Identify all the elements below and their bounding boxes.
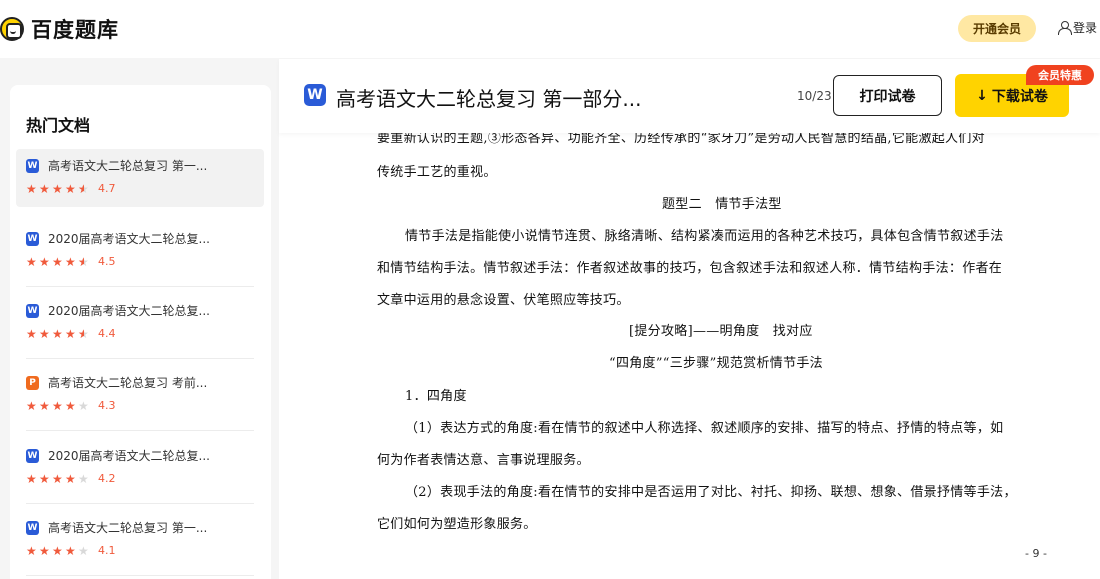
ppt-file-icon: P: [26, 376, 39, 390]
divider: [26, 286, 254, 287]
divider: [26, 430, 254, 431]
rating-value: 4.4: [98, 327, 116, 340]
star-icon: ★: [65, 254, 76, 269]
star-icon: ★: [52, 254, 63, 269]
star-icon: ★: [52, 398, 63, 413]
half-star-icon: ★: [78, 183, 90, 195]
rating-value: 4.5: [98, 255, 116, 268]
star-icon: ★: [65, 398, 76, 413]
star-icon: ★: [39, 181, 50, 196]
sidebar-doc-item[interactable]: W 高考语文大二轮总复习 第一... ★★★★★ 4.7: [16, 149, 264, 207]
star-icon: ★: [26, 254, 37, 269]
rating-value: 4.2: [98, 472, 116, 485]
login-label: 登录: [1073, 21, 1098, 35]
login-button[interactable]: 登录: [1058, 19, 1097, 36]
doc-title: 高考语文大二轮总复习 第一...: [48, 159, 208, 173]
star-rating: ★ ★ ★ ★ ★ 4.2: [26, 472, 116, 485]
doc-title: 2020届高考语文大二轮总复...: [48, 232, 210, 246]
doc-text-line: 文章中运用的悬念设置、伏笔照应等技巧。: [377, 293, 630, 308]
star-rating: ★★★★★ 4.5: [26, 255, 116, 268]
star-icon: ★: [26, 181, 37, 196]
doc-text-line: 何为作者表情达意、言事说理服务。: [377, 453, 590, 468]
divider: [26, 358, 254, 359]
word-file-icon: W: [26, 449, 39, 463]
star-icon: ★: [39, 398, 50, 413]
word-file-icon: W: [26, 521, 39, 535]
doc-title: 高考语文大二轮总复习 考前...: [48, 376, 208, 390]
doc-text-line: 情节手法是指能使小说情节连贯、脉络清晰、结构紧凑而运用的各种艺术技巧，具体包含情…: [405, 229, 1004, 244]
vip-discount-badge: 会员特惠: [1026, 65, 1094, 85]
sidebar-doc-item[interactable]: W 2020届高考语文大二轮总复... ★ ★ ★ ★ ★ 4.2: [16, 439, 264, 504]
star-icon: ★: [26, 543, 37, 558]
document-page: 要重新认识的主题,③形态各异、功能齐全、历经传承的“家牙刀”是劳动人民智慧的结晶…: [279, 133, 1100, 579]
star-icon: ★: [39, 326, 50, 341]
star-icon: ★: [65, 181, 76, 196]
divider: [26, 575, 254, 576]
empty-star-icon: ★: [78, 398, 89, 413]
doc-title: 高考语文大二轮总复习 第一...: [48, 521, 208, 535]
word-doc-icon: W: [304, 84, 326, 106]
sidebar-doc-item[interactable]: W 2020届高考语文大二轮总复... ★★★★★ 4.5: [16, 222, 264, 287]
star-icon: ★: [39, 543, 50, 558]
word-file-icon: W: [26, 232, 39, 246]
rating-value: 4.7: [98, 182, 116, 195]
page-number: - 9 -: [1025, 547, 1047, 560]
divider: [26, 503, 254, 504]
star-rating: ★ ★ ★ ★ ★ 4.3: [26, 399, 116, 412]
doc-title: 2020届高考语文大二轮总复...: [48, 304, 210, 318]
half-star-icon: ★: [78, 328, 90, 340]
sidebar-doc-item[interactable]: W 2020届高考语文大二轮总复... ★★★★★ 4.4: [16, 294, 264, 359]
sidebar-title: 热门文档: [26, 116, 91, 135]
logo[interactable]: 百度题库: [0, 15, 119, 43]
empty-star-icon: ★: [78, 543, 89, 558]
word-file-icon: W: [26, 159, 39, 173]
doc-text-line: （2）表现手法的角度:看在情节的安排中是否运用了对比、衬托、抑扬、联想、想象、借…: [405, 485, 1017, 500]
doc-text-line: （1）表达方式的角度:看在情节的叙述中人称选择、叙述顺序的安排、描写的特点、抒情…: [405, 421, 1004, 436]
star-icon: ★: [39, 254, 50, 269]
user-icon: [1058, 21, 1072, 35]
star-icon: ★: [65, 471, 76, 486]
doc-text-line: 传统手工艺的重视。: [377, 165, 497, 180]
doc-text-line: 和情节结构手法。情节叙述手法：作者叙述故事的技巧，包含叙述手法和叙述人称．情节结…: [377, 261, 1003, 276]
star-icon: ★: [65, 326, 76, 341]
star-icon: ★: [52, 326, 63, 341]
doc-subheading: “四角度”“三步骤”规范赏析情节手法: [609, 356, 823, 371]
arrow-down-icon: ↓: [976, 87, 988, 104]
star-icon: ★: [26, 471, 37, 486]
doc-text-line: 它们如何为塑造形象服务。: [377, 517, 537, 532]
doc-text-line: 1．四角度: [405, 389, 467, 404]
star-rating: ★ ★ ★ ★ ★ 4.1: [26, 544, 116, 557]
logo-icon: [0, 17, 24, 41]
doc-section-heading: 题型二 情节手法型: [662, 197, 782, 212]
hot-docs-sidebar: 热门文档 W 高考语文大二轮总复习 第一... ★★★★★ 4.7 W 2020…: [10, 85, 271, 579]
rating-value: 4.1: [98, 544, 116, 557]
document-header: W 高考语文大二轮总复习 第一部分... 10/23 打印试卷 ↓ 下载试卷 会…: [279, 59, 1100, 133]
doc-text-line: 要重新认识的主题,③形态各异、功能齐全、历经传承的“家牙刀”是劳动人民智慧的结晶…: [377, 133, 985, 146]
star-rating: ★★★★★ 4.4: [26, 327, 116, 340]
star-icon: ★: [52, 471, 63, 486]
page-counter: 10/23: [797, 89, 832, 103]
sidebar-doc-item[interactable]: W 高考语文大二轮总复习 第一... ★ ★ ★ ★ ★ 4.1: [16, 511, 264, 576]
half-star-icon: ★: [78, 256, 90, 268]
logo-text: 百度题库: [31, 18, 119, 42]
doc-subheading: [提分攻略]——明角度 找对应: [629, 324, 813, 339]
word-file-icon: W: [26, 304, 39, 318]
doc-title: 2020届高考语文大二轮总复...: [48, 449, 210, 463]
print-button[interactable]: 打印试卷: [833, 75, 942, 116]
star-icon: ★: [52, 181, 63, 196]
empty-star-icon: ★: [78, 471, 89, 486]
star-icon: ★: [26, 326, 37, 341]
top-header: 百度题库 开通会员 登录: [0, 0, 1100, 58]
star-icon: ★: [65, 543, 76, 558]
star-icon: ★: [39, 471, 50, 486]
sidebar-doc-item[interactable]: P 高考语文大二轮总复习 考前... ★ ★ ★ ★ ★ 4.3: [16, 366, 264, 431]
star-icon: ★: [26, 398, 37, 413]
rating-value: 4.3: [98, 399, 116, 412]
document-title: 高考语文大二轮总复习 第一部分...: [336, 87, 642, 111]
vip-button[interactable]: 开通会员: [958, 15, 1036, 42]
download-label: 下载试卷: [991, 88, 1048, 105]
star-icon: ★: [52, 543, 63, 558]
star-rating: ★★★★★ 4.7: [26, 182, 116, 195]
